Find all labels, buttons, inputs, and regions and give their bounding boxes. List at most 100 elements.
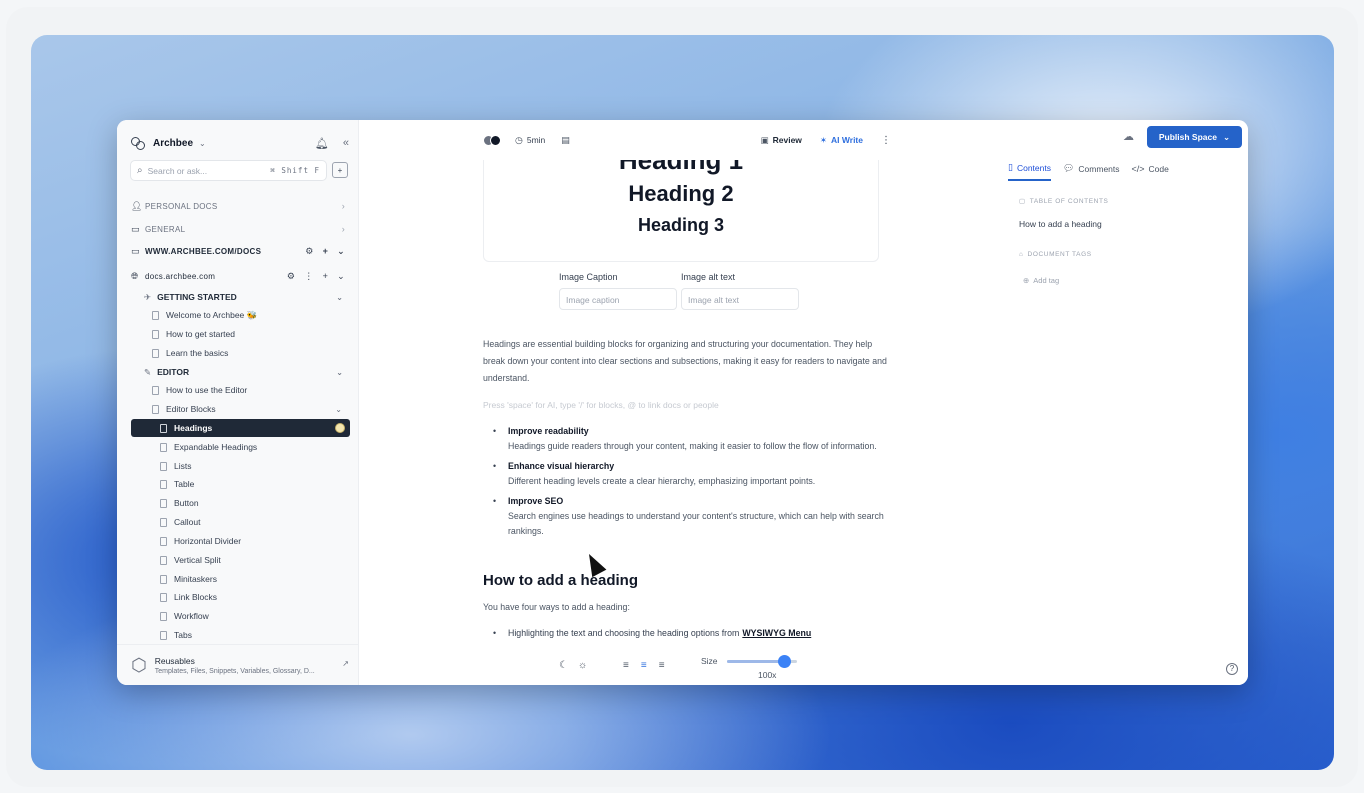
align-right-icon[interactable]: ≡ — [659, 660, 665, 671]
tree-label: Tabs — [174, 630, 192, 640]
settings-icon[interactable]: ⚙ — [287, 271, 295, 282]
document-icon — [160, 498, 167, 508]
tree-item[interactable]: Tabs — [160, 626, 342, 644]
list-item[interactable]: Improve readability Headings guide reade… — [493, 424, 889, 454]
collaborator-avatars[interactable] — [483, 134, 501, 146]
tree-item[interactable]: Vertical Split — [160, 551, 342, 569]
chevron-down-icon: ⌄ — [1222, 131, 1231, 142]
settings-icon[interactable]: ⚙ — [305, 246, 313, 257]
editor-placeholder[interactable]: Press 'space' for AI, type '/' for block… — [483, 400, 719, 410]
wysiwyg-menu-link[interactable]: WYSIWYG Menu — [742, 628, 811, 638]
tree-item[interactable]: Callout — [160, 513, 342, 531]
read-time-value: 5min — [526, 135, 546, 145]
list-item[interactable]: Improve SEO Search engines use headings … — [493, 494, 889, 539]
sparkle-icon: ✶ — [819, 134, 828, 145]
tree-item[interactable]: Expandable Headings — [160, 438, 342, 456]
tree-item[interactable]: Learn the basics — [152, 344, 342, 362]
cloud-sync-icon[interactable]: ☁ — [1123, 130, 1134, 143]
comments-icon: 💬︎ — [1062, 163, 1075, 173]
toc-label: TABLE OF CONTENTS — [1029, 198, 1109, 205]
collapse-sidebar-icon[interactable]: « — [343, 137, 349, 149]
document-icon — [160, 479, 167, 489]
section-personal-docs[interactable]: 👤︎ PERSONAL DOCS › — [131, 199, 345, 213]
more-icon[interactable]: ⋮ — [304, 271, 313, 282]
add-icon[interactable]: + — [323, 246, 329, 257]
tree-item-active[interactable]: Headings — [131, 419, 350, 437]
moon-icon[interactable]: ☾ — [559, 660, 568, 671]
sun-icon[interactable]: ☼ — [578, 660, 587, 671]
document-icon — [160, 574, 167, 584]
tree-item[interactable]: Lists — [160, 457, 342, 475]
tab-code[interactable]: </> Code — [1132, 162, 1169, 181]
search-shortcut: ⌘ Shift F — [270, 166, 320, 175]
new-folder-button[interactable]: + — [332, 162, 348, 178]
reusables-link[interactable]: ⬡ Reusables Templates, Files, Snippets, … — [117, 644, 359, 685]
tags-label: DOCUMENT TAGS — [1027, 251, 1092, 258]
document-icon — [160, 555, 167, 565]
tab-comments[interactable]: 💬︎ Comments — [1063, 162, 1120, 181]
list-item[interactable]: Enhance visual hierarchy Different headi… — [493, 459, 889, 489]
tab-contents[interactable]: ▯ Contents — [1008, 162, 1051, 181]
image-caption-input[interactable]: Image caption — [559, 288, 677, 310]
tree-label: Vertical Split — [174, 555, 221, 565]
size-slider-knob[interactable] — [778, 655, 792, 668]
publish-space-button[interactable]: Publish Space ⌄ — [1147, 126, 1242, 148]
heading-preview-image[interactable]: Heading 1 Heading 2 Heading 3 — [483, 142, 879, 262]
section-paragraph[interactable]: You have four ways to add a heading: — [483, 602, 630, 612]
help-icon[interactable]: ? — [1226, 663, 1238, 675]
section-www-archbee[interactable]: ▭ WWW.ARCHBEE.COM/DOCS ⚙ + ⌄ — [131, 244, 345, 258]
review-button[interactable]: ▣ Review — [761, 135, 802, 146]
align-center-icon[interactable]: ≡ — [641, 660, 647, 671]
tree-item[interactable]: Horizontal Divider — [160, 532, 342, 550]
tree-item[interactable]: Workflow — [160, 607, 342, 625]
tree-group-getting-started[interactable]: ✈ GETTING STARTED ⌄ — [144, 288, 343, 306]
search-input[interactable]: ⌕ Search or ask... ⌘ Shift F — [130, 160, 327, 181]
tree-item[interactable]: How to get started — [152, 325, 342, 343]
add-icon[interactable]: + — [323, 271, 329, 282]
section-general[interactable]: ▭ GENERAL › — [131, 222, 345, 236]
tree-item[interactable]: Minitaskers — [160, 570, 342, 588]
tree-group-editor[interactable]: ✎ EDITOR ⌄ — [144, 363, 343, 381]
document-icon — [152, 310, 159, 320]
image-alt-input[interactable]: Image alt text — [681, 288, 799, 310]
intro-paragraph[interactable]: Headings are essential building blocks f… — [483, 336, 887, 387]
document-icon — [160, 592, 167, 602]
ai-write-button[interactable]: ✶ AI Write — [820, 135, 863, 146]
tree-label: Lists — [174, 461, 192, 471]
rocket-icon: ✈ — [144, 291, 152, 302]
size-slider[interactable] — [727, 655, 797, 668]
tree-item[interactable]: Welcome to Archbee 🐝 — [152, 306, 342, 324]
tree-item[interactable]: Button — [160, 494, 342, 512]
document-icon — [160, 461, 167, 471]
tree-item[interactable]: Editor Blocks ⌄ — [152, 400, 342, 418]
tree-item[interactable]: Table — [160, 475, 342, 493]
list-item[interactable]: Highlighting the text and choosing the h… — [493, 628, 811, 638]
list-item-text: Different heading levels create a clear … — [508, 476, 816, 486]
document-icon — [160, 517, 167, 527]
more-options-icon[interactable]: ⋮ — [881, 135, 891, 146]
toc-icon: ▢ — [1019, 198, 1026, 205]
folder-icon: ▭ — [131, 223, 140, 234]
chevron-down-icon[interactable]: ⌄ — [337, 246, 345, 257]
bell-icon[interactable]: 🔔︎ — [315, 137, 329, 150]
tree-item[interactable]: Link Blocks — [160, 588, 342, 606]
right-panel: ☁ Publish Space ⌄ ▯ Contents 💬︎ Comments <… — [905, 120, 1248, 685]
add-tag-button[interactable]: ⊕ Add tag — [1023, 276, 1059, 285]
toc-item[interactable]: How to add a heading — [1019, 219, 1102, 229]
chevron-down-icon[interactable]: ⌄ — [337, 271, 345, 282]
publish-label: Publish Space — [1158, 132, 1217, 142]
emoji-badge-icon — [335, 423, 345, 433]
tree-label: Minitaskers — [174, 574, 217, 584]
list-item-text: Highlighting the text and choosing the h… — [508, 628, 740, 638]
workspace-switcher[interactable]: Archbee ⌄ 🔔︎ « — [131, 136, 349, 150]
align-left-icon[interactable]: ≡ — [623, 660, 629, 671]
document-icon — [160, 423, 167, 433]
size-label: Size — [701, 656, 718, 666]
space-docs-archbee[interactable]: 🌐︎ docs.archbee.com ⚙ ⋮ + ⌄ — [131, 269, 345, 283]
tree-label: Editor Blocks — [166, 404, 216, 414]
tree-label: GETTING STARTED — [157, 292, 237, 302]
page-options-button[interactable]: ▤ — [561, 135, 574, 146]
tree-item[interactable]: How to use the Editor — [152, 381, 342, 399]
chevron-right-icon: › — [341, 224, 345, 234]
section-heading[interactable]: How to add a heading — [483, 572, 638, 589]
